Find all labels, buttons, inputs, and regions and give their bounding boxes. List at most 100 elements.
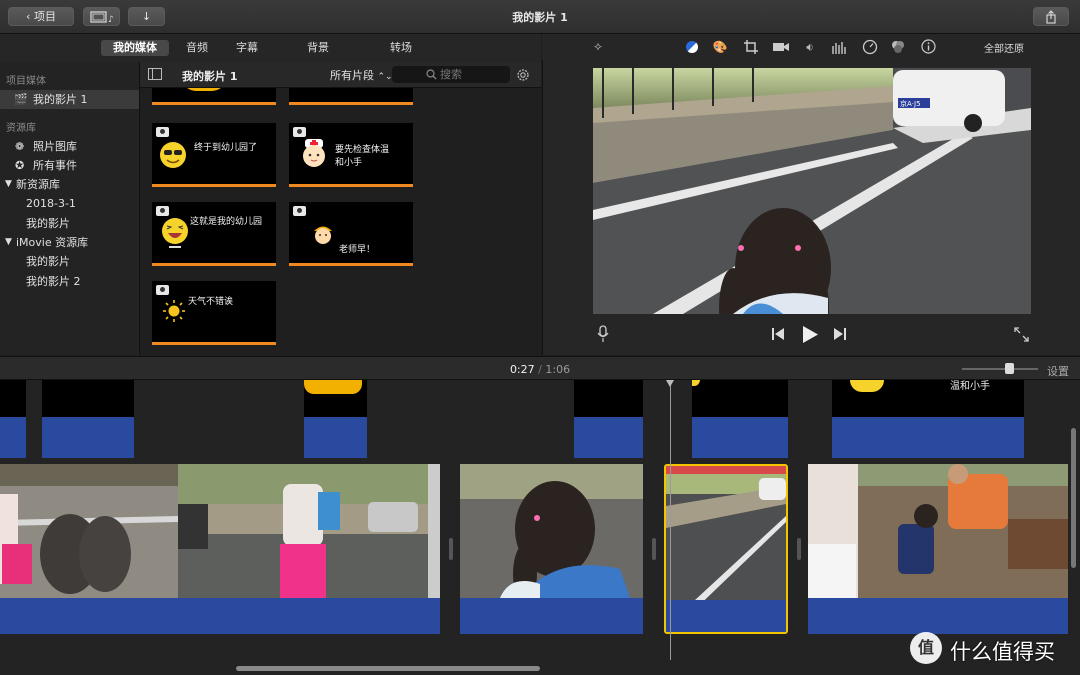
vertical-scrollbar[interactable] [1071, 428, 1076, 568]
playhead[interactable] [670, 380, 671, 660]
sidebar-item-all-events[interactable]: ✪ 所有事件 [0, 156, 139, 175]
film-music-icon: ♪ [89, 11, 114, 25]
nurse-icon [303, 139, 325, 167]
title-clip[interactable] [42, 380, 134, 458]
title-clip-thumb[interactable]: 要先检查体温和小手 [289, 123, 413, 187]
color-palette-icon[interactable]: 🎨 [712, 40, 728, 54]
sidebar: 项目媒体 🎬 我的影片 1 资源库 ❁ 照片图库 ✪ 所有事件 ▼ 新资源库 2… [0, 62, 140, 355]
child-face-icon [314, 226, 332, 244]
gear-icon[interactable] [515, 67, 531, 83]
title-clip-thumb[interactable]: 天气不错诶 [152, 281, 276, 345]
tab-backgrounds[interactable]: 背景 [298, 40, 338, 56]
color-balance-icon[interactable] [685, 40, 699, 54]
clip-caption: 老师早！ [339, 245, 376, 255]
video-camera-icon[interactable] [773, 41, 789, 53]
sidebar-item-event[interactable]: 我的影片 [0, 252, 139, 271]
speedometer-icon[interactable] [862, 39, 878, 55]
horizontal-scrollbar[interactable] [236, 666, 540, 671]
clip-thumbnail [808, 464, 1068, 598]
title-clip[interactable]: 温和小手 [832, 380, 1024, 458]
search-input[interactable] [440, 67, 506, 81]
transition-handle[interactable] [652, 538, 656, 560]
sidebar-item-new-library[interactable]: ▼ 新资源库 [0, 175, 139, 194]
timeline-settings-button[interactable]: 设置 [1047, 363, 1069, 379]
clip-filter-select[interactable]: 所有片段 ⌃⌄ [330, 67, 393, 83]
reset-all-button[interactable]: 全部还原 [984, 40, 1024, 55]
sun-face-icon [304, 380, 362, 394]
skip-forward-icon[interactable] [833, 328, 846, 340]
microphone-icon[interactable] [597, 325, 609, 343]
libraries-header: 资源库 [6, 123, 36, 134]
clip-browser: 终于到幼儿园了 要先检查体温和小手 这就是我的幼儿园 老师早！ 天气不错诶 [140, 88, 541, 355]
laughing-smiley-icon [162, 218, 188, 248]
magic-wand-icon[interactable]: ✧ [590, 40, 606, 54]
sidebar-item-event[interactable]: 2018-3-1 [0, 194, 139, 213]
title-clip[interactable] [304, 380, 367, 458]
media-import-toggle-button[interactable]: ♪ [83, 7, 120, 26]
watermark-logo: 值 [910, 632, 942, 664]
zoom-slider-knob[interactable] [1005, 363, 1015, 374]
video-clip[interactable] [460, 464, 643, 634]
title-clip-thumb[interactable]: 这就是我的幼儿园 [152, 202, 276, 266]
clip-thumbnail [460, 464, 643, 598]
sidebar-item-photos-library[interactable]: ❁ 照片图库 [0, 137, 139, 156]
video-clip[interactable] [808, 464, 1068, 634]
title-clip-thumb[interactable]: 终于到幼儿园了 [152, 123, 276, 187]
disclosure-triangle-icon[interactable]: ▼ [5, 233, 12, 252]
svg-text:♪: ♪ [108, 15, 114, 24]
info-icon[interactable] [921, 39, 936, 54]
search-field[interactable] [392, 66, 510, 83]
watermark-text: 什么值得买 [950, 640, 1055, 664]
title-bar: ‹ 项目 ♪ ↓ 我的影片 1 [0, 0, 1080, 34]
smiley-icon [850, 380, 884, 392]
video-clip[interactable] [178, 464, 440, 634]
smiley-sunglasses-icon [160, 142, 186, 168]
camera-icon [156, 127, 169, 137]
clip-thumbnail [0, 464, 178, 598]
transition-handle[interactable] [797, 538, 801, 560]
crop-icon[interactable] [744, 40, 758, 54]
timeline-header: 0:27 / 1:06 设置 [0, 356, 1080, 380]
sidebar-item-imovie-library[interactable]: ▼ iMovie 资源库 [0, 233, 139, 252]
title-clip-thumb[interactable]: 老师早！ [289, 202, 413, 266]
tab-titles[interactable]: 字幕 [227, 40, 267, 56]
viewer-toolbar: ✧ 🎨 🔉︎ 全部还原 [542, 34, 1080, 60]
volume-icon[interactable]: 🔉︎ [802, 40, 818, 54]
title-clip[interactable] [574, 380, 643, 458]
playhead-marker[interactable] [666, 380, 674, 387]
title-clip[interactable] [0, 380, 26, 458]
video-clip-selected[interactable] [664, 464, 788, 634]
sidebar-item-project[interactable]: 🎬 我的影片 1 [0, 90, 139, 109]
equalizer-icon[interactable] [832, 40, 848, 54]
title-clip-thumb[interactable] [152, 88, 276, 105]
transition-handle[interactable] [449, 538, 453, 560]
back-to-projects-button[interactable]: ‹ 项目 [8, 7, 74, 26]
tab-my-media[interactable]: 我的媒体 [101, 40, 169, 56]
sidebar-item-event[interactable]: 我的影片 2 [0, 272, 139, 291]
chevron-updown-icon: ⌃⌄ [377, 72, 393, 82]
sun-icon [163, 300, 185, 322]
clapper-icon: 🎬 [14, 93, 28, 106]
import-button[interactable]: ↓ [128, 7, 165, 26]
timecode: 0:27 / 1:06 [509, 363, 571, 376]
disclosure-triangle-icon[interactable]: ▼ [5, 175, 12, 194]
clip-caption: 这就是我的幼儿园 [190, 217, 263, 227]
camera-icon [156, 206, 169, 216]
play-icon[interactable] [802, 326, 818, 343]
video-clip[interactable] [0, 464, 178, 634]
filter-circles-icon[interactable] [890, 39, 906, 55]
clip-caption: 天气不错诶 [188, 297, 234, 307]
title-clip-thumb[interactable] [289, 88, 413, 105]
share-button[interactable] [1033, 7, 1069, 26]
sidebar-item-event[interactable]: 我的影片 [0, 214, 139, 233]
zoom-slider[interactable] [962, 363, 1038, 374]
tab-audio[interactable]: 音频 [177, 40, 217, 56]
skip-back-icon[interactable] [772, 328, 785, 340]
timeline: 温和小手 值 什么值得买 [0, 380, 1080, 675]
camera-icon [156, 285, 169, 295]
browser-header: 我的影片 1 所有片段 ⌃⌄ [140, 62, 541, 88]
tab-transitions[interactable]: 转场 [381, 40, 421, 56]
fullscreen-icon[interactable] [1014, 327, 1029, 342]
title-clip[interactable] [692, 380, 788, 458]
sidebar-toggle-icon[interactable] [148, 68, 162, 80]
